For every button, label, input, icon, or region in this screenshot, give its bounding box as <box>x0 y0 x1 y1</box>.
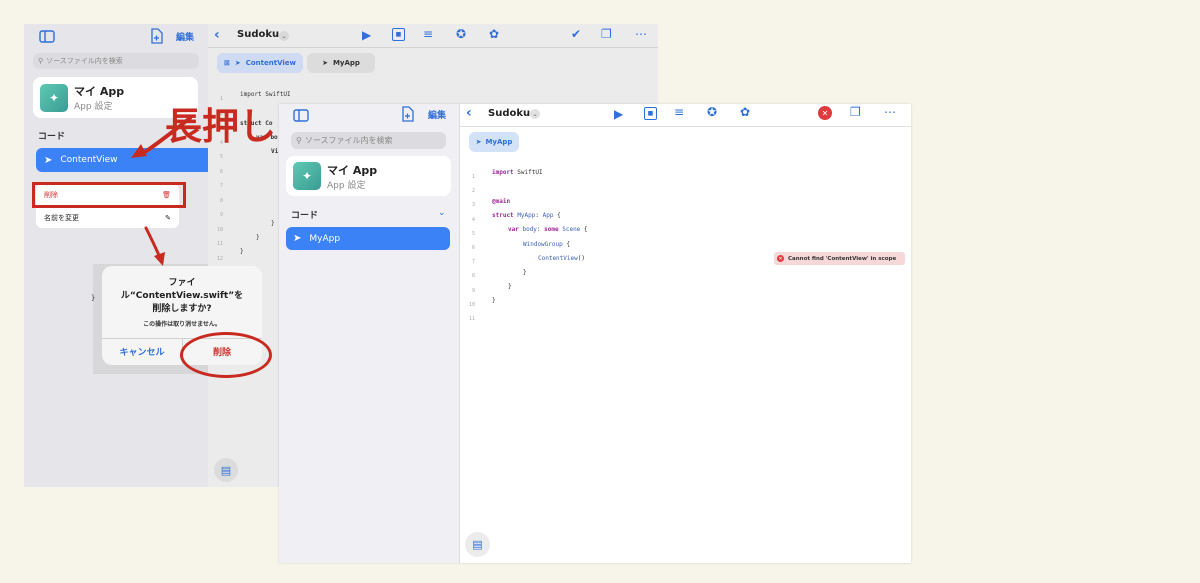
play-icon[interactable]: ▶ <box>614 107 623 121</box>
arrow-head <box>154 252 165 266</box>
search-placeholder: ソースファイル内を検索 <box>304 136 393 145</box>
sidebar-toggle-icon[interactable] <box>291 106 311 124</box>
palette-icon[interactable]: ✿ <box>740 105 750 119</box>
error-icon[interactable]: ✕ <box>818 106 832 120</box>
section-header: コード <box>291 211 319 221</box>
chevron-down-icon[interactable]: ⌄ <box>438 208 446 218</box>
code-line-9[interactable]: } <box>508 283 512 290</box>
back-icon[interactable]: ‹ <box>466 105 472 121</box>
front-toolbar: ‹ Sudoku ⌄ ▶ ■ ≡ ✪ ✿ ✕ ❐ ⋯ <box>460 104 911 127</box>
front-editor: ‹ Sudoku ⌄ ▶ ■ ≡ ✪ ✿ ✕ ❐ ⋯ ➤ MyApp 12345… <box>460 104 911 563</box>
star-icon[interactable]: ✪ <box>707 105 717 119</box>
file-row-myapp[interactable]: ➤ MyApp <box>286 227 450 250</box>
console-icon[interactable]: ▤ <box>465 532 490 557</box>
front-sidebar: 編集 ⚲ ソースファイル内を検索 ✦ マイ App App 設定 コード ⌄ ➤… <box>279 104 460 563</box>
new-file-icon[interactable] <box>399 105 417 123</box>
code-line-8[interactable]: } <box>523 269 527 276</box>
edit-button[interactable]: 編集 <box>428 108 446 121</box>
project-title[interactable]: Sudoku <box>488 108 530 119</box>
search-icon: ⚲ <box>296 136 302 145</box>
app-icon: ✦ <box>293 162 321 190</box>
copy-icon[interactable]: ❐ <box>850 105 861 119</box>
code-line-5[interactable]: var body: some Scene { <box>508 226 588 233</box>
code-line-4[interactable]: struct MyApp: App { <box>492 212 561 219</box>
file-row-label: MyApp <box>309 233 341 244</box>
swift-icon: ➤ <box>293 233 302 244</box>
arrow-to-dialog <box>144 226 162 260</box>
tab-myapp[interactable]: ➤ MyApp <box>469 132 519 152</box>
error-banner[interactable]: ✕ Cannot find 'ContentView' in scope <box>774 252 905 265</box>
front-screenshot: 編集 ⚲ ソースファイル内を検索 ✦ マイ App App 設定 コード ⌄ ➤… <box>279 104 911 563</box>
code-line-3[interactable]: @main <box>492 198 510 205</box>
app-subtitle: App 設定 <box>327 180 366 191</box>
more-icon[interactable]: ⋯ <box>884 105 896 119</box>
chevron-down-icon[interactable]: ⌄ <box>530 109 540 119</box>
swift-icon: ➤ <box>475 138 482 146</box>
code-line-1[interactable]: import SwiftUI <box>492 169 543 176</box>
code-line-7[interactable]: ContentView() <box>538 255 585 262</box>
stop-icon[interactable]: ■ <box>644 107 657 120</box>
app-name: マイ App <box>327 163 378 177</box>
tab-label: MyApp <box>485 138 513 146</box>
error-icon: ✕ <box>777 255 784 262</box>
line-numbers: 1 2 3 4 5 6 7 8 9 10 11 <box>468 174 475 323</box>
code-line-6[interactable]: WindowGroup { <box>523 241 570 248</box>
sliders-icon[interactable]: ≡ <box>674 105 684 119</box>
error-message: Cannot find 'ContentView' in scope <box>788 255 897 262</box>
app-settings-card[interactable]: ✦ マイ App App 設定 <box>286 156 451 196</box>
code-line-10[interactable]: } <box>492 297 496 304</box>
search-input[interactable]: ⚲ ソースファイル内を検索 <box>291 132 446 149</box>
arrow-to-file-row <box>140 116 192 156</box>
